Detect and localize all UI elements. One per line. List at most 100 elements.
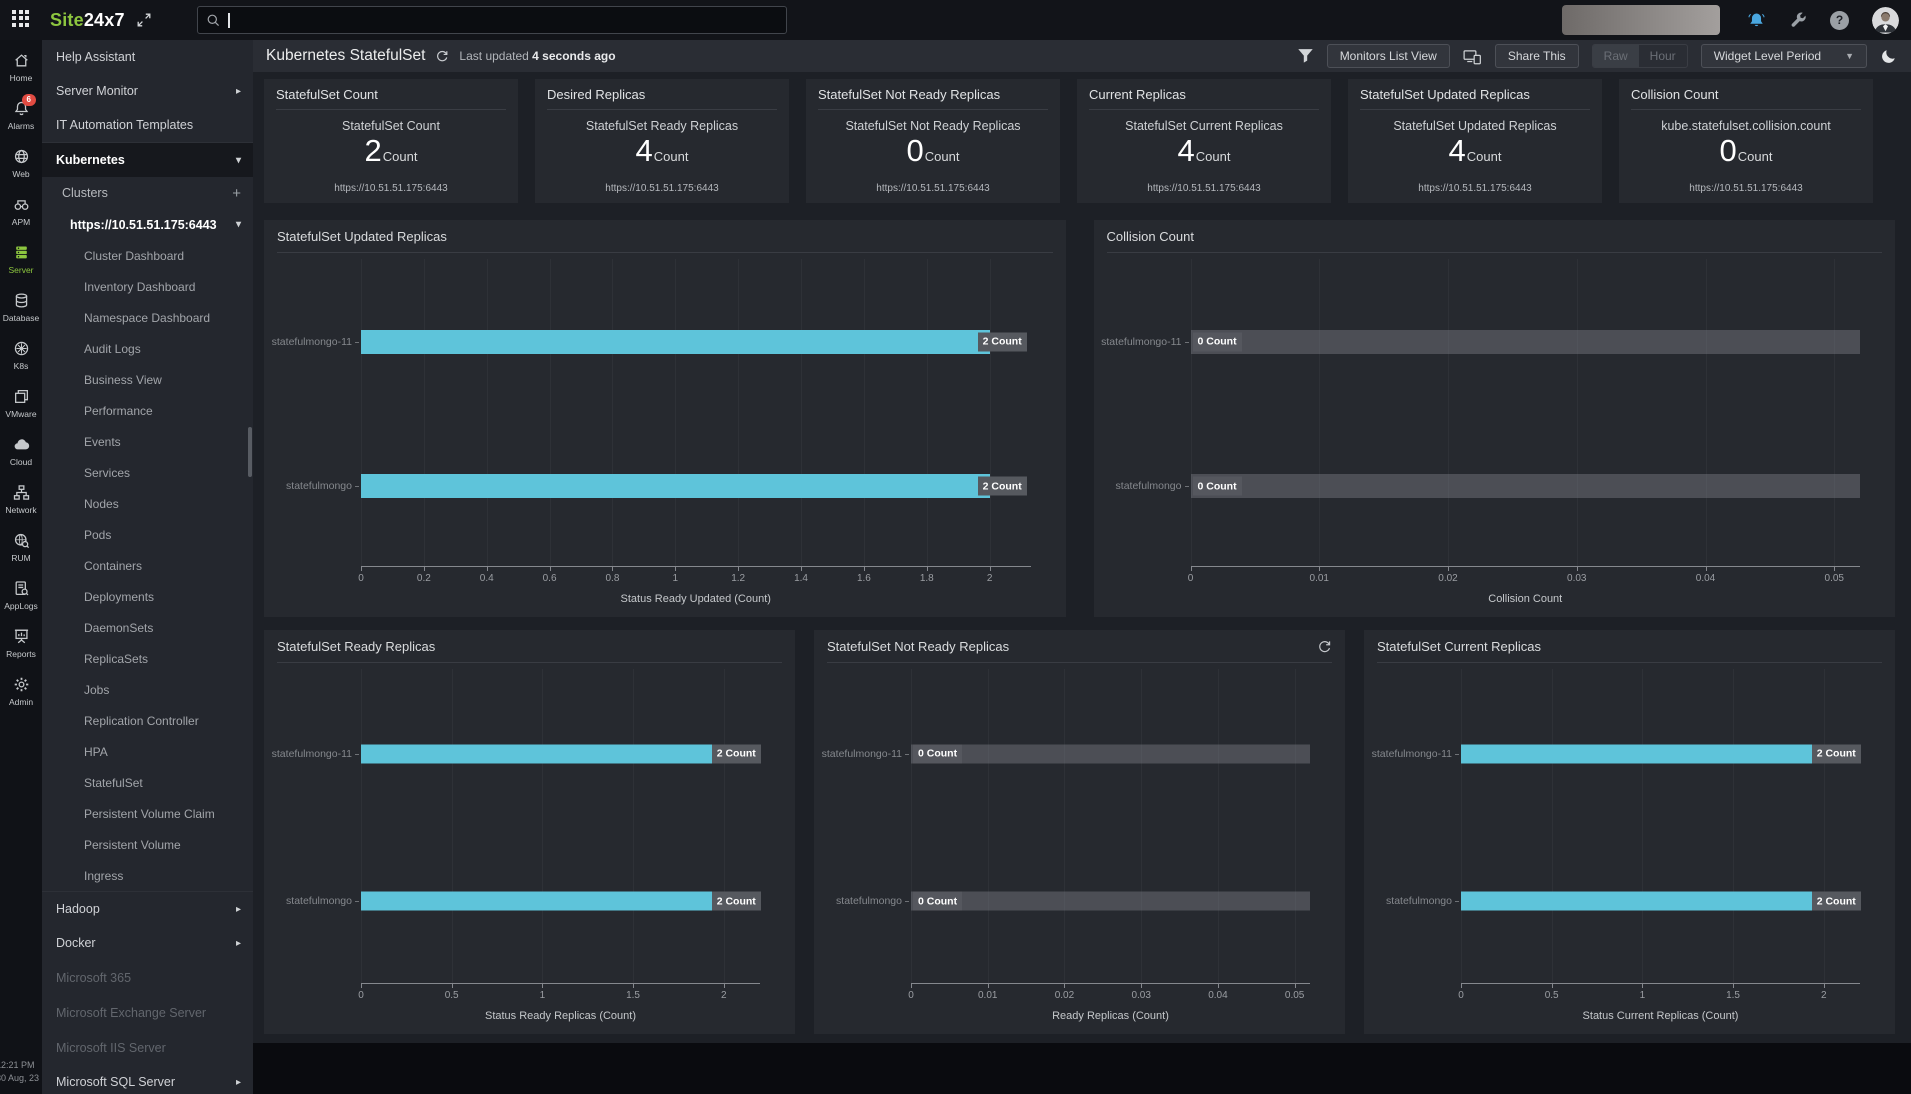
rail-item-label: Server [8, 265, 33, 275]
sidebar-item-audit-logs[interactable]: Audit Logs [42, 333, 253, 364]
rail-item-admin[interactable]: Admin [0, 676, 42, 724]
rail-item-apm[interactable]: APM [0, 196, 42, 244]
rail-item-rum[interactable]: RUM [0, 532, 42, 580]
sidebar-item-daemonsets[interactable]: DaemonSets [42, 612, 253, 643]
stat-card-monitor-link[interactable]: https://10.51.51.175:6443 [1631, 183, 1861, 194]
sidebar-item-help-assistant[interactable]: Help Assistant [42, 40, 253, 74]
sidebar-item-business-view[interactable]: Business View [42, 364, 253, 395]
notifications-bell-icon[interactable] [1747, 11, 1766, 30]
stat-card-monitor-link[interactable]: https://10.51.51.175:6443 [818, 183, 1048, 194]
sidebar-item-namespace-dashboard[interactable]: Namespace Dashboard [42, 302, 253, 333]
add-cluster-plus-icon[interactable]: + [232, 185, 241, 202]
sidebar-item-microsoft-iis-server[interactable]: Microsoft IIS Server [42, 1030, 253, 1065]
sidebar-item-nodes[interactable]: Nodes [42, 488, 253, 519]
sidebar-item-ingress[interactable]: Ingress [42, 860, 253, 891]
sidebar-item-pods[interactable]: Pods [42, 519, 253, 550]
widget-level-period-dropdown[interactable]: Widget Level Period ▼ [1701, 44, 1867, 68]
refresh-icon[interactable] [435, 49, 449, 63]
rail-item-vmware[interactable]: VMware [0, 388, 42, 436]
app-grid-icon[interactable] [12, 10, 33, 31]
sidebar-item-jobs[interactable]: Jobs [42, 674, 253, 705]
category-label: statefulmongo-11 [822, 748, 902, 760]
monitors-list-view-button[interactable]: Monitors List View [1327, 44, 1450, 68]
stat-card-metric-label: StatefulSet Updated Replicas [1360, 119, 1590, 133]
rail-item-network[interactable]: Network [0, 484, 42, 532]
sidebar-item-containers[interactable]: Containers [42, 550, 253, 581]
hour-toggle-option[interactable]: Hour [1639, 45, 1687, 67]
gridline [487, 259, 488, 566]
bar[interactable] [361, 474, 990, 498]
sidebar-item-hpa[interactable]: HPA [42, 736, 253, 767]
bar[interactable] [361, 892, 724, 911]
bar[interactable] [361, 330, 990, 354]
sidebar-item-persistent-volume-claim[interactable]: Persistent Volume Claim [42, 798, 253, 829]
sidebar-item-https-10-51-51-175-6443[interactable]: https://10.51.51.175:6443▾ [42, 209, 253, 240]
rail-item-cloud[interactable]: Cloud [0, 436, 42, 484]
stat-card-value-row: 4Count [547, 135, 777, 166]
gridline [1064, 669, 1065, 983]
tick-label: 1.5 [626, 990, 640, 1001]
tick-mark [1448, 567, 1449, 571]
filter-funnel-icon[interactable] [1297, 48, 1314, 64]
tick-label: 1.5 [1726, 990, 1740, 1001]
fullscreen-expand-icon[interactable] [136, 12, 152, 28]
stat-card-title: Current Replicas [1089, 87, 1319, 102]
user-avatar[interactable] [1872, 7, 1899, 34]
sidebar-item-server-monitor[interactable]: Server Monitor▸ [42, 74, 253, 108]
rail-item-home[interactable]: Home [0, 52, 42, 100]
rail-item-server[interactable]: Server [0, 244, 42, 292]
sidebar-item-statefulset[interactable]: StatefulSet [42, 767, 253, 798]
tools-wrench-icon[interactable] [1789, 11, 1807, 29]
stat-card-monitor-link[interactable]: https://10.51.51.175:6443 [276, 183, 506, 194]
sidebar-item-hadoop[interactable]: Hadoop▸ [42, 891, 253, 926]
sidebar-item-replicasets[interactable]: ReplicaSets [42, 643, 253, 674]
sidebar-item-replication-controller[interactable]: Replication Controller [42, 705, 253, 736]
sidebar-scrollbar-thumb[interactable] [248, 427, 252, 477]
sidebar-item-persistent-volume[interactable]: Persistent Volume [42, 829, 253, 860]
sidebar-item-microsoft-exchange-server[interactable]: Microsoft Exchange Server [42, 995, 253, 1030]
site24x7-logo[interactable]: Site24x7 [50, 10, 125, 31]
sidebar-item-events[interactable]: Events [42, 426, 253, 457]
help-icon[interactable]: ? [1830, 11, 1849, 30]
gridline [612, 259, 613, 566]
stat-card-monitor-link[interactable]: https://10.51.51.175:6443 [1360, 183, 1590, 194]
sidebar-item-it-automation-templates[interactable]: IT Automation Templates [42, 108, 253, 142]
refresh-icon[interactable] [1317, 639, 1332, 654]
devices-icon[interactable] [1463, 48, 1482, 65]
stat-card-monitor-link[interactable]: https://10.51.51.175:6443 [547, 183, 777, 194]
sidebar-item-cluster-dashboard[interactable]: Cluster Dashboard [42, 240, 253, 271]
sidebar-item-inventory-dashboard[interactable]: Inventory Dashboard [42, 271, 253, 302]
gridline [1577, 259, 1578, 566]
rail-item-k8s[interactable]: K8s [0, 340, 42, 388]
chart-x-axis: 00.511.52 [361, 983, 760, 1008]
tick-mark [361, 567, 362, 571]
rail-item-applogs[interactable]: AppLogs [0, 580, 42, 628]
sidebar-item-microsoft-365[interactable]: Microsoft 365 [42, 960, 253, 995]
tick-mark [424, 567, 425, 571]
tick-mark [801, 567, 802, 571]
share-this-button[interactable]: Share This [1495, 44, 1579, 68]
search-input[interactable] [230, 12, 778, 28]
sidebar-item-clusters[interactable]: Clusters+ [42, 177, 253, 209]
rail-item-database[interactable]: Database [0, 292, 42, 340]
sidebar-item-docker[interactable]: Docker▸ [42, 926, 253, 960]
tick-mark [542, 984, 543, 988]
tick-mark [1834, 567, 1835, 571]
stat-card-monitor-link[interactable]: https://10.51.51.175:6443 [1089, 183, 1319, 194]
sidebar-item-performance[interactable]: Performance [42, 395, 253, 426]
sidebar-item-deployments[interactable]: Deployments [42, 581, 253, 612]
sidebar-item-microsoft-sql-server[interactable]: Microsoft SQL Server▸ [42, 1065, 253, 1094]
sidebar-item-services[interactable]: Services [42, 457, 253, 488]
sidebar-item-kubernetes[interactable]: Kubernetes▾ [42, 142, 253, 177]
raw-toggle-option[interactable]: Raw [1593, 45, 1639, 67]
bar[interactable] [361, 744, 724, 763]
gridline [738, 259, 739, 566]
bar[interactable] [1461, 744, 1824, 763]
zero-value-band [1191, 474, 1861, 498]
rail-item-alarms[interactable]: 6Alarms [0, 100, 42, 148]
rail-item-web[interactable]: Web [0, 148, 42, 196]
stat-card-metric-label: StatefulSet Current Replicas [1089, 119, 1319, 133]
dark-mode-moon-icon[interactable] [1880, 48, 1897, 65]
rail-item-reports[interactable]: Reports [0, 628, 42, 676]
bar[interactable] [1461, 892, 1824, 911]
